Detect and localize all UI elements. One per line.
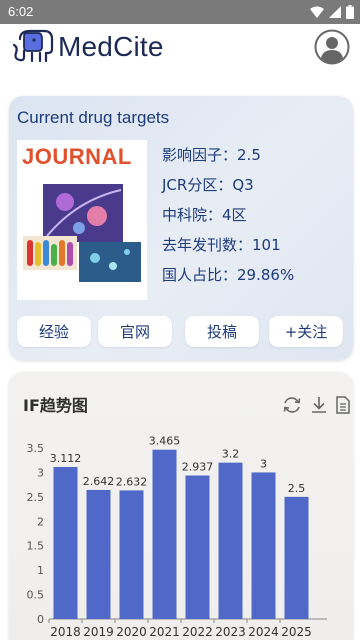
data-label: 2.937 bbox=[182, 461, 214, 474]
annual-publications-row: 去年发刊数：101 bbox=[162, 234, 281, 255]
if-bar-chart: 0 0.5 1 1.5 2 2.5 3 3.5 3.112 2018 2.642 2019 2.632 2… bbox=[27, 435, 327, 639]
battery-icon bbox=[346, 5, 354, 19]
chinese-ratio-value: 29.86% bbox=[237, 266, 295, 284]
cas-value: 4区 bbox=[222, 206, 247, 224]
bar bbox=[218, 462, 243, 619]
y-tick-label: 2.5 bbox=[27, 491, 45, 504]
jcr-label: JCR分区： bbox=[162, 176, 233, 194]
data-label: 3.2 bbox=[222, 448, 240, 461]
data-label: 2.632 bbox=[116, 475, 148, 488]
journal-cover-image: JOURNAL bbox=[17, 140, 147, 300]
chinese-ratio-row: 国人占比：29.86% bbox=[162, 264, 294, 285]
x-tick-label: 2025 bbox=[281, 625, 312, 639]
annual-publications-value: 101 bbox=[252, 236, 281, 254]
cas-label: 中科院： bbox=[162, 206, 223, 224]
journal-name: Current drug targets bbox=[17, 108, 170, 127]
status-time: 6:02 bbox=[8, 4, 34, 19]
y-tick-label: 3 bbox=[37, 466, 44, 479]
y-tick-label: 1.5 bbox=[27, 540, 45, 553]
y-tick-label: 0.5 bbox=[27, 589, 45, 602]
cover-artwork bbox=[23, 184, 141, 282]
bar bbox=[152, 449, 177, 619]
x-tick-label: 2024 bbox=[248, 625, 279, 639]
journal-card: Current drug targets JOURNAL 影响因子：2.5 JC… bbox=[9, 96, 353, 360]
signal-icon bbox=[329, 6, 341, 18]
y-tick-label: 3.5 bbox=[27, 442, 45, 455]
bar bbox=[284, 496, 309, 619]
bar bbox=[86, 489, 111, 619]
jcr-value: Q3 bbox=[232, 176, 254, 194]
status-icons bbox=[310, 5, 354, 19]
elephant-logo-icon bbox=[12, 29, 54, 63]
bar bbox=[251, 472, 276, 619]
cas-row: 中科院：4区 bbox=[162, 204, 247, 225]
annual-publications-label: 去年发刊数： bbox=[162, 236, 253, 254]
impact-factor-label: 影响因子： bbox=[162, 146, 238, 164]
x-tick-label: 2019 bbox=[83, 625, 114, 639]
status-bar: 6:02 bbox=[0, 0, 360, 24]
experience-button[interactable]: 经验 bbox=[17, 316, 91, 347]
bar bbox=[119, 490, 144, 619]
y-tick-label: 0 bbox=[37, 613, 44, 626]
brand-name: MedCite bbox=[58, 31, 164, 62]
website-button[interactable]: 官网 bbox=[98, 316, 172, 347]
data-label: 3.465 bbox=[149, 435, 181, 448]
data-label: 3.112 bbox=[50, 452, 82, 465]
y-tick-label: 2 bbox=[37, 515, 44, 528]
chinese-ratio-label: 国人占比： bbox=[162, 266, 238, 284]
if-trend-card: IF趋势图 0 0.5 1 1.5 2 2.5 3 3.5 3.112 2018 2.642 2019… bbox=[9, 372, 353, 640]
data-label: 2.5 bbox=[288, 482, 306, 495]
bar bbox=[185, 475, 210, 619]
x-tick-label: 2021 bbox=[149, 625, 180, 639]
y-tick-label: 1 bbox=[37, 564, 44, 577]
data-label: 2.642 bbox=[83, 475, 115, 488]
impact-factor-row: 影响因子：2.5 bbox=[162, 144, 261, 165]
data-label: 3 bbox=[260, 457, 267, 470]
jcr-row: JCR分区：Q3 bbox=[162, 174, 254, 195]
app-bar: MedCite bbox=[0, 24, 360, 72]
bar bbox=[53, 466, 78, 619]
x-tick-label: 2023 bbox=[215, 625, 246, 639]
x-tick-label: 2020 bbox=[116, 625, 147, 639]
follow-button[interactable]: +关注 bbox=[269, 316, 343, 347]
x-tick-label: 2018 bbox=[50, 625, 81, 639]
wifi-icon bbox=[310, 6, 324, 18]
profile-icon[interactable] bbox=[314, 29, 350, 65]
x-tick-label: 2022 bbox=[182, 625, 213, 639]
impact-factor-value: 2.5 bbox=[237, 146, 261, 164]
submit-button[interactable]: 投稿 bbox=[185, 316, 259, 347]
